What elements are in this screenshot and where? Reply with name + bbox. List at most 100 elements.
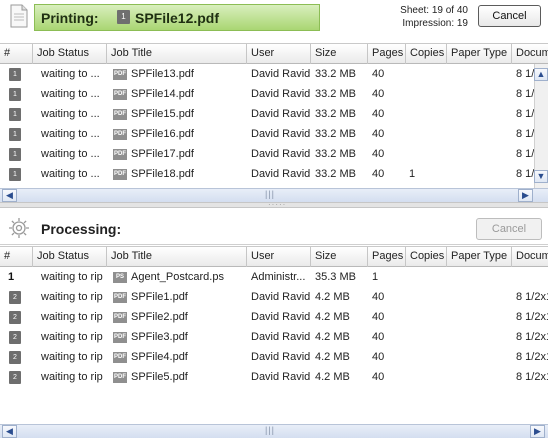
scroll-grip-icon[interactable]: ||| <box>265 425 275 435</box>
job-paper-type <box>451 164 511 184</box>
processing-cancel-button[interactable]: Cancel <box>476 218 542 240</box>
job-copies <box>409 144 445 164</box>
column-copies[interactable]: Copies <box>406 247 447 267</box>
job-title: SPFile13.pdf <box>131 68 194 80</box>
table-row[interactable]: 1 waiting to ... PDF SPFile17.pdf David … <box>0 144 548 164</box>
column-user[interactable]: User <box>247 44 311 64</box>
row-number-badge: 2 <box>9 351 21 364</box>
column-paper-type[interactable]: Paper Type <box>447 247 512 267</box>
job-paper-type <box>451 104 511 124</box>
printing-column-header: # Job Status Job Title User Size Pages C… <box>0 43 548 64</box>
row-number-badge: 1 <box>9 148 21 161</box>
job-pages: 40 <box>372 351 385 363</box>
job-status: waiting to ... <box>41 128 100 140</box>
row-number-badge: 1 <box>9 168 21 181</box>
job-copies <box>409 347 445 367</box>
job-status: waiting to ... <box>41 108 100 120</box>
processing-panel: Processing: Cancel # Job Status Job Titl… <box>0 208 548 438</box>
printing-panel: Printing: 1 SPFile12.pdf Sheet: 19 of 40… <box>0 0 548 209</box>
table-row[interactable]: 2 waiting to rip PDF SPFile4.pdf David R… <box>0 347 548 367</box>
chevron-down-icon[interactable]: ▼ <box>534 170 548 183</box>
column-document[interactable]: Docum <box>512 44 548 64</box>
job-user: David Ravid <box>251 371 311 383</box>
column-size[interactable]: Size <box>311 44 368 64</box>
processing-horizontal-scrollbar[interactable]: ◀ ||| ▶ <box>0 424 548 438</box>
job-pages: 40 <box>372 311 385 323</box>
job-user: David Ravid <box>251 311 311 323</box>
table-row[interactable]: 1 waiting to ... PDF SPFile13.pdf David … <box>0 64 548 84</box>
table-row[interactable]: 1 waiting to ... PDF SPFile14.pdf David … <box>0 84 548 104</box>
column-number[interactable]: # <box>0 247 33 267</box>
pdf-file-icon: PDF <box>113 149 127 160</box>
job-document: 8 1/: <box>516 148 534 160</box>
column-paper-type[interactable]: Paper Type <box>447 44 512 64</box>
job-paper-type <box>451 124 511 144</box>
table-row[interactable]: 2 waiting to rip PDF SPFile2.pdf David R… <box>0 307 548 327</box>
job-user: David Ravid <box>251 168 311 180</box>
job-pages: 40 <box>372 68 385 80</box>
column-copies[interactable]: Copies <box>406 44 447 64</box>
table-row[interactable]: 1 waiting to rip PS Agent_Postcard.ps Ad… <box>0 267 548 287</box>
job-document: 8 1/2x1 <box>516 371 548 383</box>
printing-cancel-button[interactable]: Cancel <box>478 5 541 27</box>
sheet-info: Sheet: 19 of 40 Impression: 19 <box>400 4 468 30</box>
chevron-left-icon[interactable]: ◀ <box>2 425 17 438</box>
job-size: 4.2 MB <box>315 371 350 383</box>
job-title: SPFile17.pdf <box>131 148 194 160</box>
column-document[interactable]: Docum <box>512 247 548 267</box>
table-row[interactable]: 2 waiting to rip PDF SPFile1.pdf David R… <box>0 287 548 307</box>
job-title: SPFile16.pdf <box>131 128 194 140</box>
chevron-right-icon[interactable]: ▶ <box>530 425 545 438</box>
row-number-badge: 1 <box>9 128 21 141</box>
job-user: David Ravid <box>251 148 311 160</box>
pdf-file-icon: PDF <box>113 169 127 180</box>
job-paper-type <box>451 327 511 347</box>
job-title: SPFile5.pdf <box>131 371 188 383</box>
impression-count: Impression: 19 <box>402 18 468 29</box>
job-document: 8 1/2x1 <box>516 291 548 303</box>
job-user: David Ravid <box>251 68 311 80</box>
printing-header: Printing: 1 SPFile12.pdf Sheet: 19 of 40… <box>0 0 548 32</box>
pdf-file-icon: PDF <box>113 352 127 363</box>
column-pages[interactable]: Pages <box>368 44 406 64</box>
job-title: SPFile18.pdf <box>131 168 194 180</box>
table-row[interactable]: 2 waiting to rip PDF SPFile5.pdf David R… <box>0 367 548 387</box>
job-size: 4.2 MB <box>315 331 350 343</box>
table-row[interactable]: 2 waiting to rip PDF SPFile3.pdf David R… <box>0 327 548 347</box>
table-row[interactable]: 1 waiting to ... PDF SPFile15.pdf David … <box>0 104 548 124</box>
job-paper-type <box>451 367 511 387</box>
scroll-grip-icon[interactable]: ||| <box>265 189 275 199</box>
table-row[interactable]: 1 waiting to ... PDF SPFile16.pdf David … <box>0 124 548 144</box>
job-status: waiting to rip <box>41 271 103 283</box>
chevron-left-icon[interactable]: ◀ <box>2 189 17 202</box>
job-status: waiting to ... <box>41 148 100 160</box>
chevron-right-icon[interactable]: ▶ <box>518 189 533 202</box>
column-pages[interactable]: Pages <box>368 247 406 267</box>
column-number[interactable]: # <box>0 44 33 64</box>
job-status: waiting to rip <box>41 371 103 383</box>
column-job-status[interactable]: Job Status <box>33 44 107 64</box>
job-document: 8 1/2x1 <box>516 351 548 363</box>
job-size: 33.2 MB <box>315 148 356 160</box>
job-pages: 40 <box>372 331 385 343</box>
pdf-file-icon: PDF <box>113 129 127 140</box>
column-job-title[interactable]: Job Title <box>107 44 247 64</box>
job-size: 4.2 MB <box>315 291 350 303</box>
column-job-title[interactable]: Job Title <box>107 247 247 267</box>
column-size[interactable]: Size <box>311 247 368 267</box>
printing-vertical-scrollbar[interactable]: ▲ ▼ <box>534 64 548 188</box>
document-icon <box>10 4 28 28</box>
printing-file-name: SPFile12.pdf <box>135 10 220 26</box>
job-title: SPFile15.pdf <box>131 108 194 120</box>
gear-icon <box>9 218 29 238</box>
job-user: David Ravid <box>251 291 311 303</box>
row-number-badge: 1 <box>9 88 21 101</box>
column-job-status[interactable]: Job Status <box>33 247 107 267</box>
job-paper-type <box>451 84 511 104</box>
job-status: waiting to ... <box>41 168 100 180</box>
column-user[interactable]: User <box>247 247 311 267</box>
chevron-up-icon[interactable]: ▲ <box>534 68 548 81</box>
job-pages: 40 <box>372 88 385 100</box>
table-row[interactable]: 1 waiting to ... PDF SPFile18.pdf David … <box>0 164 548 184</box>
job-copies <box>409 104 445 124</box>
